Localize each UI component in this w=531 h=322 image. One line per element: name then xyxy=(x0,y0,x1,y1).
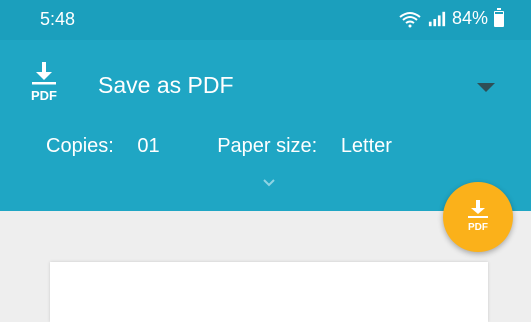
battery-icon xyxy=(494,7,504,27)
paper-size-value: Letter xyxy=(340,135,392,157)
battery-percent: 84% xyxy=(451,8,488,28)
fab-pdf-label: PDF xyxy=(468,222,488,233)
expand-chevron-icon[interactable] xyxy=(262,178,276,188)
dropdown-arrow-icon[interactable] xyxy=(477,83,495,92)
paper-size-label: Paper size: xyxy=(217,135,318,157)
pdf-download-icon: PDF xyxy=(31,62,57,103)
pdf-icon-label: PDF xyxy=(31,88,57,103)
wifi-icon xyxy=(399,11,421,27)
print-preview-page[interactable] xyxy=(50,262,488,322)
copies-value: 01 xyxy=(137,135,160,157)
signal-icon xyxy=(428,11,446,26)
status-bar: 5:48 84% xyxy=(0,0,531,40)
status-indicators: 84% xyxy=(398,7,504,29)
download-pdf-button[interactable]: PDF xyxy=(443,182,513,252)
print-settings-summary[interactable]: Copies: 01 Paper size: Letter xyxy=(46,135,392,158)
pdf-download-icon: PDF xyxy=(468,200,488,233)
copies-label: Copies: xyxy=(46,135,114,157)
printer-selector[interactable]: Save as PDF xyxy=(98,72,234,99)
status-time: 5:48 xyxy=(40,9,76,29)
